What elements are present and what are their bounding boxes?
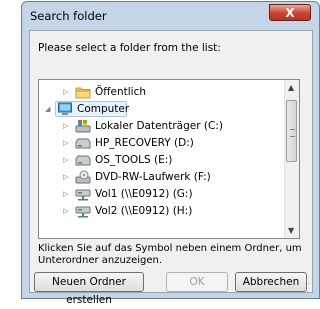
resize-grip-icon[interactable]: ⋰ xyxy=(303,282,310,290)
collapse-arrow-icon[interactable]: ◢ xyxy=(45,104,53,114)
search-folder-dialog: Search folder X Please select a folder f… xyxy=(21,1,320,306)
drive-icon xyxy=(75,136,91,150)
dialog-content: Please select a folder from the list: ▷ Ö… xyxy=(29,30,313,306)
title-bar[interactable]: Search folder X xyxy=(22,2,319,30)
scroll-thumb[interactable] xyxy=(286,100,297,162)
tree-item-label: Öffentlich xyxy=(95,86,146,98)
tree-item[interactable]: ▷ Vol2 (\\E0912) (H:) xyxy=(39,203,287,220)
folder-tree-list: ▷ Öffentlich ◢ Computer ▷ Lokaler Datenträger… xyxy=(39,84,287,220)
tree-item[interactable]: ▷ OS_TOOLS (E:) xyxy=(39,152,287,169)
folder-tree[interactable]: ▷ Öffentlich ◢ Computer ▷ Lokaler Datenträger… xyxy=(38,79,300,239)
tree-item[interactable]: ▷ HP_RECOVERY (D:) xyxy=(39,135,287,152)
tree-item-label: Computer xyxy=(77,103,130,115)
scroll-grip-icon xyxy=(290,129,295,137)
dvd-drive-icon xyxy=(75,170,91,184)
expand-arrow-icon[interactable]: ▷ xyxy=(63,155,71,165)
folder-icon xyxy=(75,85,91,99)
hint-text: Klicken Sie auf das Symbol neben einem O… xyxy=(38,243,302,266)
tree-item[interactable]: ▷ Vol1 (\\E0912) (G:) xyxy=(39,186,287,203)
network-drive-icon xyxy=(75,187,91,201)
tree-item-label: DVD-RW-Laufwerk (F:) xyxy=(95,171,211,183)
tree-item-label: Vol2 (\\E0912) (H:) xyxy=(95,205,193,217)
expand-arrow-icon[interactable]: ▷ xyxy=(63,87,71,97)
tree-item[interactable]: ▷ Öffentlich xyxy=(39,84,287,101)
windows-drive-icon xyxy=(75,119,91,133)
tree-item-label: Lokaler Datenträger (C:) xyxy=(95,120,223,132)
expand-arrow-icon[interactable]: ▷ xyxy=(63,138,71,148)
expand-arrow-icon[interactable]: ▷ xyxy=(63,206,71,216)
expand-arrow-icon[interactable]: ▷ xyxy=(63,121,71,131)
expand-arrow-icon[interactable]: ▷ xyxy=(63,189,71,199)
close-button[interactable]: X xyxy=(269,4,311,21)
scroll-up-icon[interactable]: ▲ xyxy=(288,83,294,92)
prompt-text: Please select a folder from the list: xyxy=(38,42,221,54)
tree-item-label: HP_RECOVERY (D:) xyxy=(95,137,194,149)
ok-button[interactable]: OK xyxy=(166,272,228,292)
scroll-down-icon[interactable]: ▼ xyxy=(288,226,294,235)
tree-item-label: Vol1 (\\E0912) (G:) xyxy=(95,188,193,200)
tree-item[interactable]: ◢ Computer xyxy=(39,101,287,118)
new-folder-button[interactable]: Neuen Ordner erstellen xyxy=(34,272,144,306)
computer-icon xyxy=(57,102,73,116)
window-title: Search folder xyxy=(30,9,107,23)
cancel-button[interactable]: Abbrechen xyxy=(235,272,307,292)
tree-item-label: OS_TOOLS (E:) xyxy=(95,154,173,166)
tree-item[interactable]: ▷ DVD-RW-Laufwerk (F:) xyxy=(39,169,287,186)
expand-arrow-icon[interactable]: ▷ xyxy=(63,172,71,182)
network-drive-icon xyxy=(75,204,91,218)
tree-item[interactable]: ▷ Lokaler Datenträger (C:) xyxy=(39,118,287,135)
drive-icon xyxy=(75,153,91,167)
vertical-scrollbar[interactable]: ▲ ▼ xyxy=(284,80,299,238)
